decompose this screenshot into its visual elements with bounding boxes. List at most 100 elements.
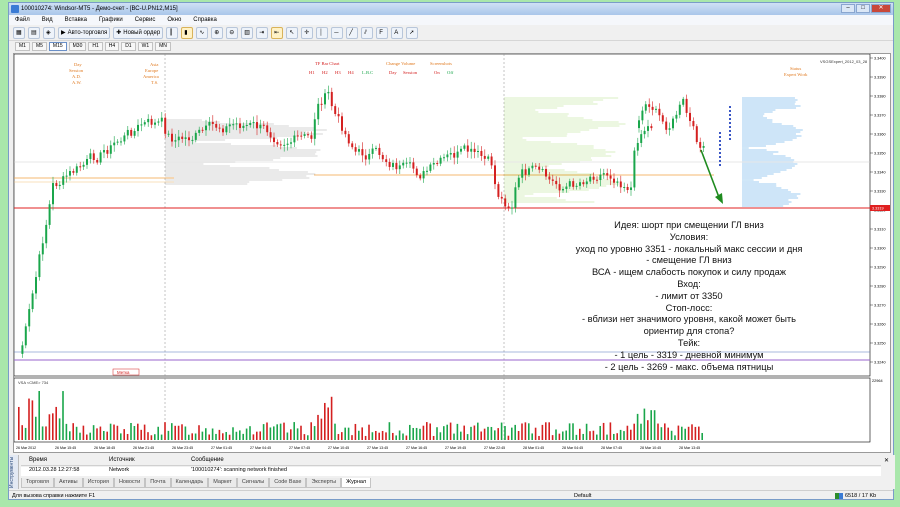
- candle-body: [351, 143, 354, 148]
- status-profile[interactable]: Default: [574, 493, 591, 499]
- col-source[interactable]: Источник: [109, 457, 191, 465]
- crosshair-button[interactable]: ✛: [301, 26, 314, 39]
- cursor-button[interactable]: ↖: [286, 26, 299, 39]
- title-bar[interactable]: 100010274: Windsor-MT5 - Демо-счет - [ВС…: [9, 3, 893, 15]
- col-time[interactable]: Время: [21, 457, 109, 465]
- candle-body: [147, 118, 150, 123]
- candle-chart-button[interactable]: ▮: [181, 26, 194, 39]
- horizontal-line-button[interactable]: ─: [331, 26, 344, 39]
- price-tick-label: 3.3280: [874, 285, 886, 289]
- tf-m1[interactable]: M1: [15, 42, 30, 51]
- volume-bar: [592, 430, 595, 440]
- volume-bar: [398, 430, 401, 440]
- candle-body: [528, 168, 530, 175]
- vertical-line-button[interactable]: │: [316, 26, 329, 39]
- text-button[interactable]: A: [391, 26, 404, 39]
- menu-view[interactable]: Вид: [36, 17, 59, 23]
- menu-help[interactable]: Справка: [187, 17, 223, 23]
- tf-m30[interactable]: M30: [68, 42, 87, 51]
- candle-body: [477, 150, 479, 153]
- navigator-button[interactable]: ◈: [43, 26, 55, 39]
- volume-bar: [446, 424, 448, 440]
- menu-tools[interactable]: Сервис: [129, 17, 162, 23]
- autotrade-button[interactable]: ▶ Авто-торговля: [58, 26, 111, 39]
- trendline-button[interactable]: ╱: [346, 26, 359, 39]
- tab-experts[interactable]: Эксперты: [306, 478, 342, 488]
- tab-news[interactable]: Новости: [113, 478, 146, 488]
- volume-bar: [541, 424, 544, 440]
- tf-d1[interactable]: D1: [121, 42, 136, 51]
- toolbox-close-icon[interactable]: ✕: [884, 457, 889, 464]
- volume-bar: [653, 410, 656, 440]
- bar-chart-button[interactable]: ┃: [166, 26, 179, 39]
- label-screenshots: Screenshots: [430, 61, 452, 66]
- toolbox-side-label[interactable]: Инструменты: [9, 455, 19, 489]
- tab-exposure[interactable]: Активы: [53, 478, 83, 488]
- tab-history[interactable]: История: [82, 478, 114, 488]
- line-chart-button[interactable]: ∿: [196, 26, 209, 39]
- candle-body: [385, 159, 388, 162]
- new-chart-button[interactable]: ▦: [13, 26, 25, 39]
- menu-window[interactable]: Окно: [161, 17, 187, 23]
- chart-shift-button[interactable]: ⇤: [271, 26, 284, 39]
- volume-bar: [320, 418, 323, 440]
- zoom-in-button[interactable]: ⊕: [211, 26, 224, 39]
- arrows-button[interactable]: ➚: [406, 26, 419, 39]
- journal-row[interactable]: 2012.03.28 12:27:58 Network '100010274':…: [21, 467, 881, 476]
- candle-body: [45, 224, 48, 244]
- volume-bar: [463, 425, 465, 440]
- candle-body: [585, 181, 588, 185]
- tf-m5[interactable]: M5: [31, 42, 47, 51]
- candle-body: [24, 326, 27, 346]
- candle-body: [682, 98, 685, 105]
- tf-h1[interactable]: H1: [88, 42, 103, 51]
- candle-body: [419, 175, 422, 179]
- tf-w1[interactable]: W1: [137, 42, 154, 51]
- tab-mailbox[interactable]: Почта: [145, 478, 171, 488]
- close-button[interactable]: ✕: [871, 4, 891, 13]
- candle-body: [341, 116, 343, 131]
- candle-body: [453, 153, 456, 158]
- tf-h4[interactable]: H4: [104, 42, 120, 51]
- volume-bar: [504, 426, 506, 440]
- fibo-button[interactable]: F: [376, 26, 389, 39]
- volume-bar: [96, 428, 98, 440]
- candle-body: [534, 165, 537, 167]
- volume-bar: [364, 435, 367, 440]
- tab-code-base[interactable]: Code Base: [269, 478, 307, 488]
- volume-bar: [140, 429, 142, 440]
- minimize-button[interactable]: –: [841, 4, 855, 13]
- volume-bar: [143, 424, 146, 440]
- profiles-button[interactable]: ▤: [28, 26, 40, 39]
- zoom-out-button[interactable]: ⊖: [226, 26, 239, 39]
- candle-body: [208, 121, 211, 126]
- autoscroll-button[interactable]: ⇥: [256, 26, 269, 39]
- menu-charts[interactable]: Графики: [93, 17, 129, 23]
- volume-bar: [361, 427, 363, 440]
- tab-trade[interactable]: Торговля: [21, 478, 54, 488]
- new-order-button[interactable]: ✚ Новый ордер: [113, 26, 164, 39]
- volume-bar: [205, 428, 207, 440]
- menu-insert[interactable]: Вставка: [59, 17, 93, 23]
- volume-bar: [99, 426, 102, 440]
- candle-body: [626, 186, 629, 190]
- candle-body: [334, 106, 337, 114]
- menu-file[interactable]: Файл: [9, 17, 36, 23]
- tab-signals[interactable]: Сигналы: [236, 478, 270, 488]
- status-connection[interactable]: 6518 / 17 Kb: [835, 492, 876, 499]
- tab-calendar[interactable]: Календарь: [170, 478, 209, 488]
- status-help: Для вызова справки нажмите F1: [12, 492, 96, 499]
- tf-mn[interactable]: MN: [155, 42, 171, 51]
- tile-windows-button[interactable]: ▥: [241, 26, 254, 39]
- volume-bar: [439, 432, 442, 440]
- tab-journal[interactable]: Журнал: [341, 478, 372, 488]
- channel-button[interactable]: ⫽: [361, 26, 374, 39]
- volume-bar: [494, 430, 496, 440]
- col-message[interactable]: Сообщение: [191, 457, 224, 465]
- tf-m15[interactable]: M15: [48, 42, 67, 51]
- label-america: America: [143, 74, 159, 79]
- tab-market[interactable]: Маркет: [208, 478, 237, 488]
- maximize-button[interactable]: □: [856, 4, 870, 13]
- chart-window[interactable]: Day Session A.D. A.W. Asia Europe Americ…: [13, 53, 891, 453]
- label-session: Session: [69, 68, 84, 73]
